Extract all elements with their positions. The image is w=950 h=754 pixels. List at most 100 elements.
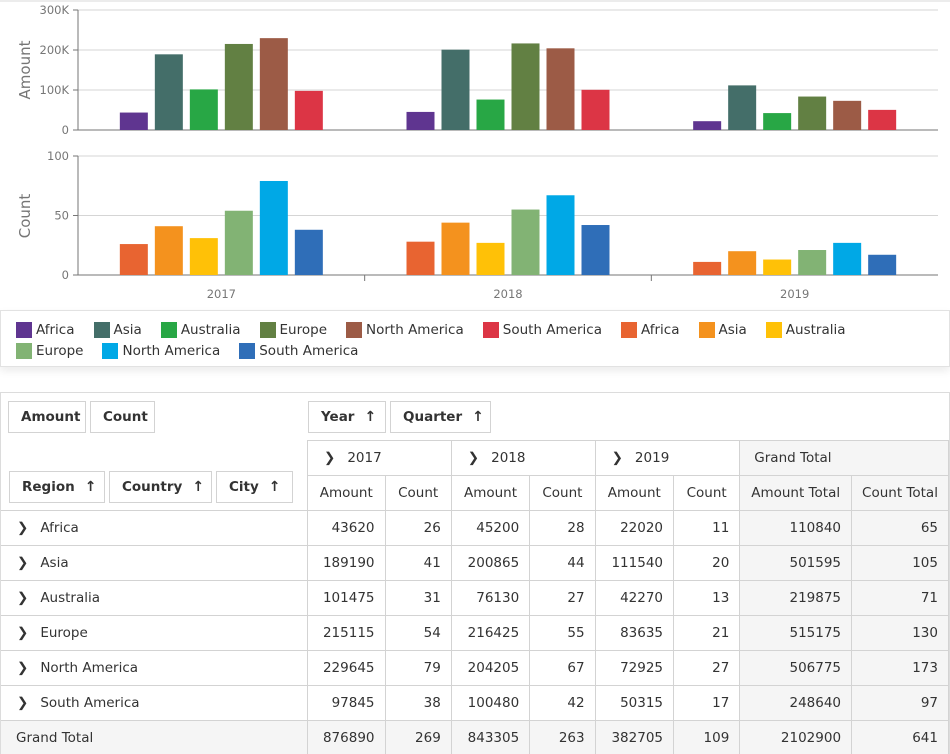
- row-header-cell[interactable]: ❯ Australia: [1, 580, 308, 616]
- bar-asia-2017: [154, 54, 183, 130]
- sort-ascending-icon[interactable]: ↑: [269, 479, 281, 495]
- region-label: Australia: [40, 590, 101, 606]
- y-axis-title: Count: [16, 194, 34, 239]
- row-header-africa[interactable]: ❯ Africa: [1, 510, 308, 546]
- y-tick-label: 100: [47, 149, 69, 163]
- legend-swatch-icon: [482, 321, 499, 338]
- pivot-row-headers: ❯ Africa ❯ Asia ❯ Australia ❯ Europe ❯ North Amer…: [1, 510, 308, 754]
- value-cell: 44: [529, 545, 596, 581]
- sort-ascending-icon[interactable]: ↑: [192, 479, 204, 495]
- data-field-amount[interactable]: Amount: [8, 401, 86, 433]
- legend-item[interactable]: Australia: [160, 319, 241, 340]
- bar-europe-2018: [511, 209, 540, 275]
- bar-africa-2017: [119, 112, 148, 130]
- legend-label: Europe: [36, 342, 84, 359]
- bar-south-america-2019: [868, 109, 897, 130]
- year-label: 2018: [491, 450, 526, 466]
- grand-total-row: 876890 269 843305 263 382705 109 2102900 641: [307, 720, 949, 754]
- year-header-2019[interactable]: ❯ 2019: [594, 440, 741, 476]
- column-field-quarter[interactable]: Quarter ↑: [390, 401, 491, 433]
- grand-total-cell: 269: [384, 720, 452, 754]
- value-cell: 41: [384, 545, 452, 581]
- y-axis-title: Amount: [16, 40, 34, 99]
- row-header-cell[interactable]: ❯ North America: [1, 650, 308, 686]
- bar-north-america-2019: [833, 242, 862, 275]
- legend-swatch-icon: [765, 321, 782, 338]
- value-cell: 200865: [450, 545, 531, 581]
- value-cell: 79: [384, 650, 452, 686]
- column-field-year[interactable]: Year ↑: [308, 401, 386, 433]
- chevron-right-icon[interactable]: ❯: [17, 695, 28, 711]
- bar-south-america-2017: [294, 90, 323, 130]
- bar-africa-2018: [406, 241, 435, 275]
- field-label: Count: [103, 409, 148, 425]
- table-row: 43620 26 45200 28 22020 11 110840 65: [307, 510, 949, 546]
- row-header-asia[interactable]: ❯ Asia: [1, 545, 308, 581]
- chevron-right-icon[interactable]: ❯: [612, 450, 623, 466]
- value-cell: 97845: [307, 685, 386, 721]
- value-cell: 76130: [450, 580, 531, 616]
- row-field-region[interactable]: Region ↑: [9, 471, 105, 503]
- bar-south-america-2019: [868, 254, 897, 275]
- legend-item[interactable]: Asia: [93, 319, 142, 340]
- row-header-cell[interactable]: ❯ Asia: [1, 545, 308, 581]
- sort-ascending-icon[interactable]: ↑: [364, 409, 376, 425]
- legend-item[interactable]: Europe: [259, 319, 327, 340]
- bar-south-america-2018: [581, 89, 610, 130]
- row-field-country[interactable]: Country ↑: [109, 471, 212, 503]
- year-header-2017[interactable]: ❯ 2017: [307, 440, 452, 476]
- measure-header: Amount: [307, 475, 386, 511]
- legend-label: Australia: [785, 321, 846, 338]
- legend-item[interactable]: Africa: [620, 319, 680, 340]
- legend-item[interactable]: North America: [346, 319, 464, 340]
- legend-item[interactable]: Africa: [16, 319, 75, 340]
- value-cell: 71: [851, 580, 949, 616]
- legend-item[interactable]: South America: [239, 340, 358, 361]
- row-header-south-america[interactable]: ❯ South America: [1, 685, 308, 721]
- legend-label: Australia: [180, 321, 241, 338]
- value-cell: 38: [384, 685, 452, 721]
- sort-ascending-icon[interactable]: ↑: [85, 479, 97, 495]
- row-field-city[interactable]: City ↑: [216, 471, 293, 503]
- value-cell: 204205: [450, 650, 531, 686]
- year-header-2018[interactable]: ❯ 2018: [450, 440, 596, 476]
- chevron-right-icon[interactable]: ❯: [17, 660, 28, 676]
- row-header-australia[interactable]: ❯ Australia: [1, 580, 308, 616]
- value-cell: 31: [384, 580, 452, 616]
- value-cell: 22020: [594, 510, 675, 546]
- measure-header-row: Amount Count Amount Count Amount Count Amount …: [307, 475, 949, 511]
- value-cell: 54: [384, 615, 452, 651]
- legend-item[interactable]: Australia: [765, 319, 846, 340]
- data-field-count[interactable]: Count: [90, 401, 155, 433]
- bar-africa-2018: [406, 111, 435, 130]
- legend-label: North America: [122, 342, 221, 359]
- chevron-right-icon[interactable]: ❯: [17, 520, 28, 536]
- value-cell: 17: [673, 685, 741, 721]
- row-header-cell[interactable]: ❯ Europe: [1, 615, 308, 651]
- legend-swatch-icon: [160, 321, 177, 338]
- chevron-right-icon[interactable]: ❯: [468, 450, 479, 466]
- legend-swatch-icon: [346, 321, 363, 338]
- legend-label: Africa: [640, 321, 680, 338]
- chevron-right-icon[interactable]: ❯: [324, 450, 335, 466]
- value-cell: 101475: [307, 580, 386, 616]
- chevron-right-icon[interactable]: ❯: [17, 555, 28, 571]
- sort-ascending-icon[interactable]: ↑: [472, 409, 484, 425]
- chevron-right-icon[interactable]: ❯: [17, 590, 28, 606]
- legend-item[interactable]: Europe: [16, 340, 83, 361]
- bar-north-america-2017: [259, 180, 288, 275]
- value-cell: 173: [851, 650, 949, 686]
- measure-header: Count: [384, 475, 452, 511]
- bar-australia-2018: [476, 99, 505, 130]
- chevron-right-icon[interactable]: ❯: [17, 625, 28, 641]
- row-header-cell[interactable]: ❯ South America: [1, 685, 308, 721]
- row-header-europe[interactable]: ❯ Europe: [1, 615, 308, 651]
- row-header-cell[interactable]: ❯ Africa: [1, 510, 308, 546]
- legend-item[interactable]: Asia: [698, 319, 747, 340]
- legend-item[interactable]: North America: [102, 340, 220, 361]
- row-header-north-america[interactable]: ❯ North America: [1, 650, 308, 686]
- region-label: North America: [40, 660, 139, 676]
- legend-item[interactable]: South America: [482, 319, 602, 340]
- legend-label: Africa: [36, 321, 75, 338]
- measure-header: Count: [673, 475, 741, 511]
